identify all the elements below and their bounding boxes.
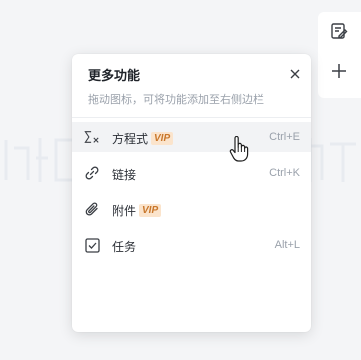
hand-cursor-icon <box>229 135 249 162</box>
right-sidebar <box>318 12 361 98</box>
menu-item-label: 方程式 VIP <box>112 130 174 147</box>
attachment-icon <box>84 201 100 217</box>
more-features-panel: 更多功能 拖动图标，可将功能添加至右侧边栏 方程式 VIP Ctrl+E 链接 … <box>72 54 311 332</box>
panel-subtitle: 拖动图标，可将功能添加至右侧边栏 <box>88 94 264 106</box>
edit-note-icon[interactable] <box>328 20 350 42</box>
plus-icon[interactable] <box>328 60 350 82</box>
menu-item-link[interactable]: 链接 Ctrl+K <box>72 158 311 188</box>
attachment-label: 附件 <box>112 204 137 218</box>
vip-badge: VIP <box>139 204 162 217</box>
menu-item-attachment[interactable]: 附件 VIP <box>72 194 311 224</box>
task-label: 任务 <box>112 240 137 254</box>
menu-item-equation[interactable]: 方程式 VIP Ctrl+E <box>72 122 311 152</box>
menu-item-label: 任务 <box>112 238 136 255</box>
shortcut-label: Alt+L <box>274 239 300 251</box>
menu-item-label: 附件 VIP <box>112 202 162 219</box>
equation-label: 方程式 <box>112 132 149 146</box>
divider <box>72 117 311 118</box>
link-label: 链接 <box>112 168 137 182</box>
task-icon <box>84 237 100 253</box>
link-icon <box>84 165 100 181</box>
panel-title: 更多功能 <box>88 68 141 83</box>
shortcut-label: Ctrl+E <box>269 131 300 143</box>
close-icon[interactable] <box>289 68 301 80</box>
vip-badge: VIP <box>151 132 174 145</box>
equation-icon <box>84 129 100 145</box>
menu-item-label: 链接 <box>112 166 136 183</box>
menu-item-task[interactable]: 任务 Alt+L <box>72 230 311 260</box>
shortcut-label: Ctrl+K <box>269 167 300 179</box>
